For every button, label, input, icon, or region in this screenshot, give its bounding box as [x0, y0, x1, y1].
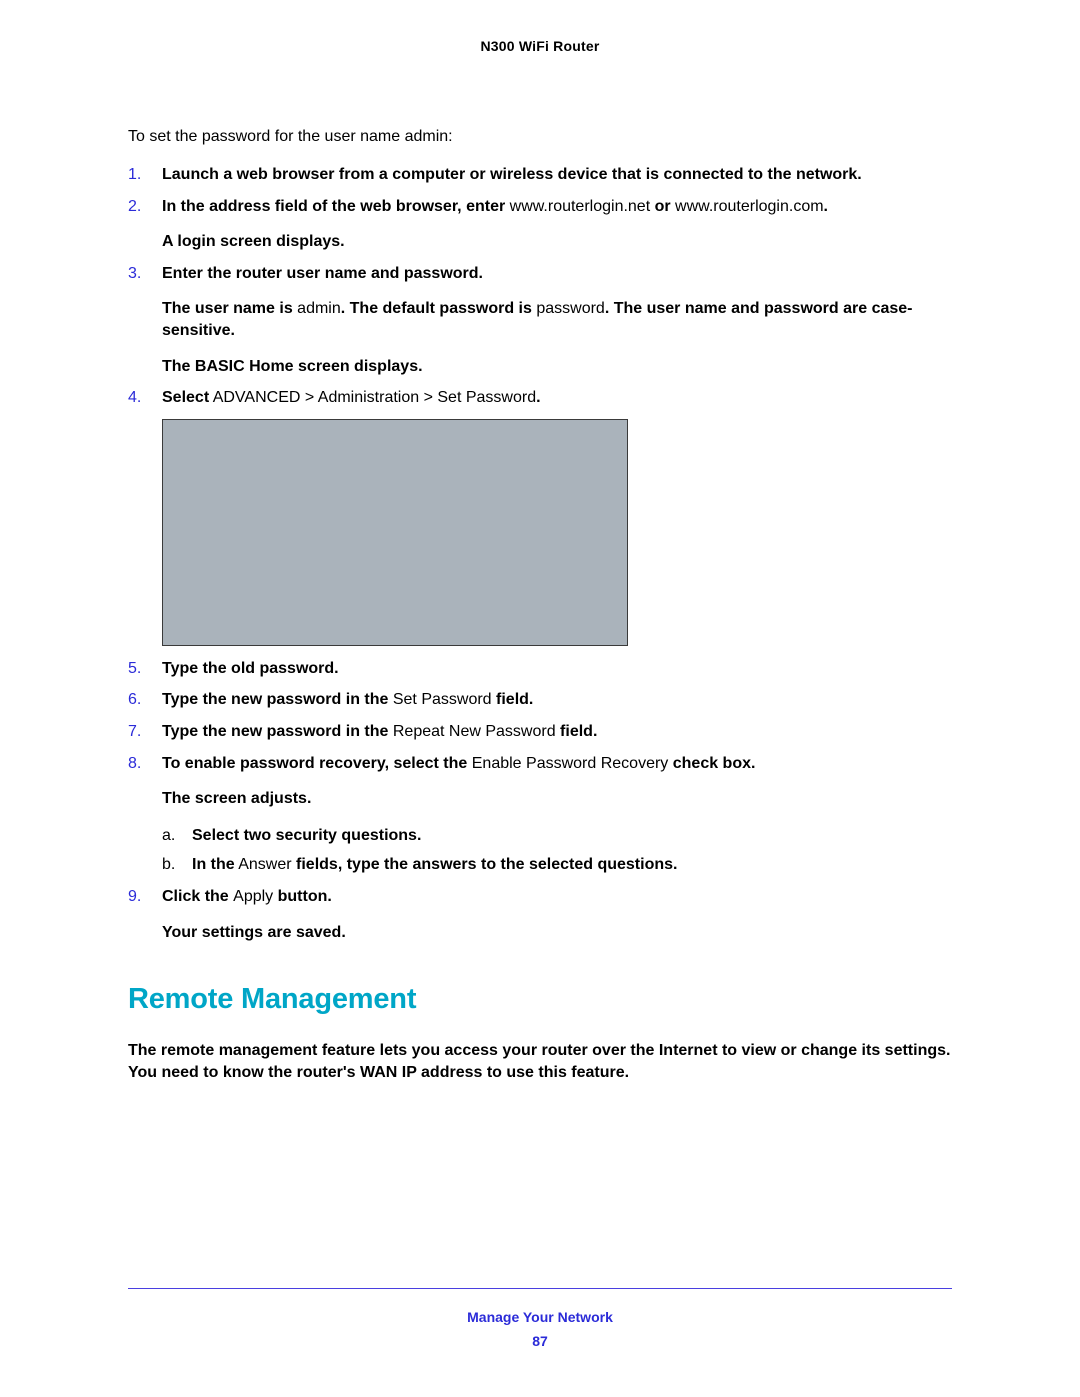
step-text-part: Click the	[162, 888, 233, 905]
step-text-part: user name and password.	[286, 265, 483, 282]
step-text-part: enter	[466, 198, 505, 215]
step-text-part: www.routerlogin.com	[671, 198, 824, 215]
step-text-part: .	[536, 389, 540, 406]
substeps-list: a. Select two security questions. b. In …	[162, 825, 952, 876]
footer-section-label: Manage Your Network	[128, 1309, 952, 1325]
substep-a: a. Select two security questions.	[162, 825, 952, 847]
steps-list: 1. Launch a web browser from a computer …	[128, 164, 952, 943]
product-title: N300 WiFi Router	[128, 38, 952, 54]
substep-text-part: fields, type the answers to the selected…	[296, 856, 677, 873]
step-text-part: button.	[273, 888, 332, 905]
step-7: 7. Type the new password in the Repeat N…	[128, 721, 952, 743]
page-footer: Manage Your Network 87	[128, 1288, 952, 1349]
step-4: 4. Select ADVANCED > Administration > Se…	[128, 387, 952, 646]
step-text-part: or	[655, 198, 671, 215]
step-number: 7.	[128, 721, 156, 743]
step-text: Type the old password.	[162, 660, 339, 677]
document-page: N300 WiFi Router To set the password for…	[0, 0, 1080, 1397]
step-number: 9.	[128, 886, 156, 908]
step-text-part: www.routerlogin.net	[505, 198, 654, 215]
section-description: The remote management feature lets you a…	[128, 1040, 952, 1084]
intro-text: To set the password for the user name ad…	[128, 128, 952, 146]
step-text: Launch a web browser from a computer or …	[162, 166, 862, 183]
step-3: 3. Enter the router user name and passwo…	[128, 263, 952, 377]
step-text-part: In the address field of the web browser,	[162, 198, 466, 215]
step-text-part: field.	[556, 723, 598, 740]
text-part: The user name is	[162, 300, 297, 317]
step-text-part: Select	[162, 389, 209, 406]
step-text-part: To enable password recovery, select the	[162, 755, 472, 772]
substep-letter: b.	[162, 854, 175, 876]
step-paragraph: The BASIC Home screen displays.	[162, 356, 952, 378]
step-number: 5.	[128, 658, 156, 680]
step-paragraph: The screen adjusts.	[162, 788, 952, 810]
text-part: . The default password is	[341, 300, 532, 317]
step-text-part: Apply	[233, 888, 273, 905]
step-text-part: Enable Password Recovery	[472, 755, 669, 772]
step-text-part: Enter the router	[162, 265, 286, 282]
text-part: password	[532, 300, 605, 317]
step-text-part: field.	[492, 691, 534, 708]
step-paragraph: Your settings are saved.	[162, 922, 952, 944]
substep-b: b. In the Answer fields, type the answer…	[162, 854, 952, 876]
substep-letter: a.	[162, 825, 175, 847]
step-1: 1. Launch a web browser from a computer …	[128, 164, 952, 186]
substep-text: Select two security questions.	[192, 827, 421, 844]
step-paragraph: The user name is admin. The default pass…	[162, 298, 952, 341]
screenshot-placeholder	[162, 419, 628, 646]
step-text-part: Set Password	[393, 691, 492, 708]
step-number: 1.	[128, 164, 156, 186]
step-6: 6. Type the new password in the Set Pass…	[128, 689, 952, 711]
section-heading: Remote Management	[128, 983, 952, 1016]
step-8: 8. To enable password recovery, select t…	[128, 753, 952, 876]
step-number: 2.	[128, 196, 156, 218]
step-text-part: Type the new password in the	[162, 691, 393, 708]
step-text-part: .	[824, 198, 828, 215]
step-text-part: Type the new password in the	[162, 723, 393, 740]
step-text-part: check box.	[668, 755, 755, 772]
step-number: 8.	[128, 753, 156, 775]
substep-text-part: Answer	[235, 856, 296, 873]
step-5: 5. Type the old password.	[128, 658, 952, 680]
text-part: admin	[297, 300, 341, 317]
step-2: 2. In the address field of the web brows…	[128, 196, 952, 253]
step-paragraph: A login screen displays.	[162, 231, 952, 253]
step-9: 9. Click the Apply button. Your settings…	[128, 886, 952, 943]
step-text-part: Repeat New Password	[393, 723, 556, 740]
step-number: 3.	[128, 263, 156, 285]
step-text-part: ADVANCED > Administration > Set Password	[209, 389, 536, 406]
footer-rule	[128, 1288, 952, 1289]
step-number: 4.	[128, 387, 156, 409]
footer-page-number: 87	[128, 1333, 952, 1349]
substep-text-part: In the	[192, 856, 235, 873]
step-number: 6.	[128, 689, 156, 711]
